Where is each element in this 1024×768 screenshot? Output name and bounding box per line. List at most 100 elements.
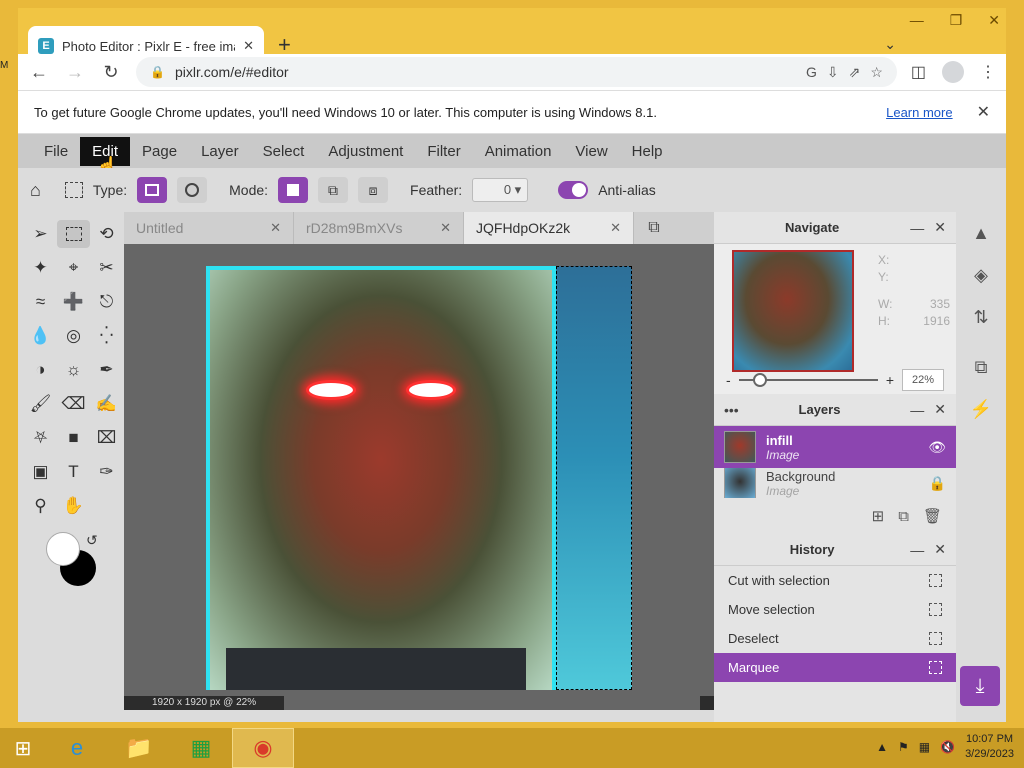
color-replace-tool-icon[interactable]: ☼: [57, 356, 90, 384]
share-icon[interactable]: ⇗: [849, 64, 861, 81]
zoom-slider[interactable]: [738, 373, 878, 387]
placeholder-tool-icon[interactable]: ⌧: [90, 424, 123, 452]
dodge-tool-icon[interactable]: ◑: [24, 356, 57, 384]
layers-icon[interactable]: ◈: [956, 254, 1006, 296]
zoom-tool-icon[interactable]: ⚲: [24, 492, 57, 520]
reload-icon[interactable]: ↻: [100, 62, 122, 83]
gradient-tool-icon[interactable]: ■: [57, 424, 90, 452]
menu-layer[interactable]: Layer: [189, 137, 251, 166]
image-canvas[interactable]: [206, 266, 632, 690]
clone-stamp-tool-icon[interactable]: ⎋: [90, 288, 123, 316]
volume-icon[interactable]: 🔇: [940, 740, 955, 754]
menu-page[interactable]: Page: [130, 137, 189, 166]
tile-windows-icon[interactable]: ⧉: [634, 212, 674, 244]
anti-alias-toggle[interactable]: [558, 181, 589, 199]
bookmark-star-icon[interactable]: ☆: [870, 64, 883, 81]
menu-adjustment[interactable]: Adjustment: [316, 137, 415, 166]
sponge-tool-icon[interactable]: ◎: [57, 322, 90, 350]
menu-help[interactable]: Help: [620, 137, 675, 166]
infobar-close-icon[interactable]: ✕: [977, 102, 990, 122]
mode-subtract-button[interactable]: ⧈: [358, 177, 389, 203]
lock-icon[interactable]: 🔒: [929, 475, 946, 492]
doc-tab-close-icon[interactable]: ✕: [270, 220, 281, 236]
lock-icon[interactable]: 🔒: [150, 65, 165, 79]
panel-minimize-icon[interactable]: —: [910, 542, 924, 558]
layer-item-infill[interactable]: infill Image 👁: [714, 426, 956, 468]
add-layer-icon[interactable]: ⊞: [872, 507, 885, 525]
panel-minimize-icon[interactable]: —: [910, 220, 924, 236]
chrome-taskbar-icon[interactable]: ◉: [232, 728, 294, 768]
panel-close-icon[interactable]: ✕: [934, 401, 946, 418]
menu-file[interactable]: File: [32, 137, 80, 166]
heal-tool-icon[interactable]: ➕: [57, 288, 90, 316]
duplicate-layer-icon[interactable]: ⧉: [898, 508, 909, 525]
menu-view[interactable]: View: [563, 137, 619, 166]
doc-tab-close-icon[interactable]: ✕: [440, 220, 451, 236]
zoom-value-field[interactable]: 22%: [902, 369, 944, 391]
menu-filter[interactable]: Filter: [415, 137, 472, 166]
foreground-color-swatch[interactable]: [46, 532, 80, 566]
layers-more-icon[interactable]: •••: [724, 402, 739, 418]
type-rectangle-button[interactable]: [137, 177, 168, 203]
history-item[interactable]: Move selection: [714, 595, 956, 624]
menu-animation[interactable]: Animation: [473, 137, 564, 166]
file-explorer-taskbar-icon[interactable]: 📁: [108, 728, 170, 768]
marquee-select-tool-icon[interactable]: [57, 220, 90, 248]
forward-icon[interactable]: →: [64, 62, 86, 83]
panel-minimize-icon[interactable]: —: [910, 402, 924, 418]
start-windows-icon[interactable]: ⊞: [0, 728, 46, 768]
google-icon[interactable]: G: [806, 64, 817, 80]
home-icon[interactable]: ⌂: [30, 180, 41, 201]
history-item-selected[interactable]: Marquee: [714, 653, 956, 682]
mode-add-button[interactable]: ⧉: [318, 177, 349, 203]
zoom-out-icon[interactable]: -: [726, 372, 731, 388]
swap-colors-icon[interactable]: ↺: [86, 532, 98, 549]
eye-visibility-icon[interactable]: 👁: [928, 439, 946, 456]
menu-kebab-icon[interactable]: ⋮: [980, 62, 996, 82]
tab-search-chevron-icon[interactable]: ⌄: [884, 36, 896, 53]
eraser-tool-icon[interactable]: ⌫: [57, 390, 90, 418]
doc-tab-close-icon[interactable]: ✕: [610, 220, 621, 236]
doc-tab-untitled[interactable]: Untitled ✕: [124, 212, 294, 244]
panel-close-icon[interactable]: ✕: [934, 219, 946, 236]
cutout-tool-icon[interactable]: ✂: [90, 254, 123, 282]
side-panel-icon[interactable]: ◫: [911, 62, 926, 82]
mode-new-button[interactable]: [278, 177, 309, 203]
shape-tool-icon[interactable]: ▣: [24, 458, 57, 486]
blur-tool-icon[interactable]: 💧: [24, 322, 57, 350]
lasso-tool-icon[interactable]: ⟲: [90, 220, 123, 248]
back-icon[interactable]: ←: [28, 62, 50, 83]
flag-icon[interactable]: ⚑: [898, 740, 909, 754]
hand-tool-icon[interactable]: ✋: [57, 492, 90, 520]
delete-layer-icon[interactable]: 🗑: [923, 507, 942, 525]
panel-close-icon[interactable]: ✕: [934, 541, 946, 558]
doc-tab-jqfh[interactable]: JQFHdpOKz2k ✕: [464, 212, 634, 244]
brush-tool-icon[interactable]: 🖌: [24, 390, 57, 418]
network-icon[interactable]: ▦: [919, 740, 930, 754]
zoom-in-icon[interactable]: +: [886, 372, 894, 388]
history-icon[interactable]: ⇅: [956, 296, 1006, 338]
type-ellipse-button[interactable]: [177, 177, 208, 203]
marquee-selection[interactable]: [556, 266, 632, 690]
wand-tool-icon[interactable]: ✦: [24, 254, 57, 282]
fill-tool-icon[interactable]: ⛧: [24, 424, 57, 452]
eyedropper-tool-icon[interactable]: ✑: [90, 458, 123, 486]
menu-select[interactable]: Select: [251, 137, 317, 166]
install-icon[interactable]: ⇩: [827, 64, 839, 81]
crop-tool-icon[interactable]: ⌖: [57, 254, 90, 282]
url-text[interactable]: pixlr.com/e/#editor: [175, 64, 796, 80]
address-bar[interactable]: 🔒 pixlr.com/e/#editor G ⇩ ⇗ ☆: [136, 57, 897, 87]
tab-close-icon[interactable]: ✕: [243, 38, 254, 54]
learn-more-link[interactable]: Learn more: [886, 105, 952, 120]
profile-avatar[interactable]: [942, 61, 964, 83]
clock[interactable]: 10:07 PM 3/29/2023: [965, 732, 1014, 762]
tray-chevron-icon[interactable]: ▲: [876, 740, 888, 754]
layer-item-background[interactable]: Background Image 🔒: [714, 468, 956, 498]
ie-taskbar-icon[interactable]: e: [46, 728, 108, 768]
text-tool-icon[interactable]: T: [57, 458, 90, 486]
download-button[interactable]: ⤓: [960, 666, 1000, 706]
liquify-tool-icon[interactable]: ≈: [24, 288, 57, 316]
arrange-tool-icon[interactable]: ➢: [24, 220, 57, 248]
adjust-icon[interactable]: ▲: [956, 212, 1006, 254]
store-taskbar-icon[interactable]: ▦: [170, 728, 232, 768]
